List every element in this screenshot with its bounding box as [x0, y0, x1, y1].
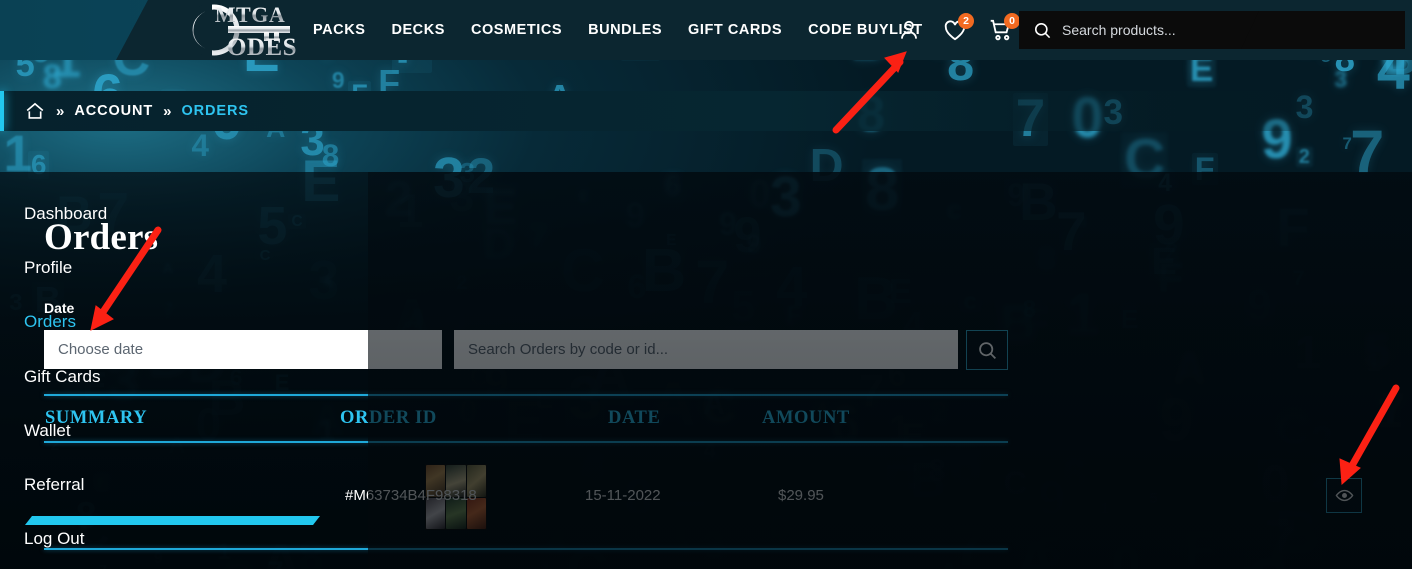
sidebar-item-dashboard[interactable]: Dashboard: [24, 204, 107, 224]
wishlist-button[interactable]: 2: [939, 13, 974, 46]
site-header: MTGA ODES PACKS DECKS COSMETICS BUNDLES …: [0, 0, 1412, 60]
header-icon-group: 2 0: [893, 0, 1020, 60]
cart-button[interactable]: 0: [985, 13, 1020, 46]
nav-item-decks[interactable]: DECKS: [391, 22, 445, 38]
nav-item-gift-cards[interactable]: GIFT CARDS: [688, 22, 782, 38]
nav-item-bundles[interactable]: BUNDLES: [588, 22, 662, 38]
header-search-content: Search products...: [1019, 11, 1176, 49]
search-icon: [1034, 22, 1051, 38]
orders-panel-overlay: [368, 172, 1412, 569]
header-search[interactable]: Search products...: [1019, 11, 1405, 49]
sidebar-item-wallet[interactable]: Wallet: [24, 421, 71, 441]
account-sidebar: Dashboard Profile Orders Gift Cards Wall…: [0, 172, 368, 569]
svg-text:ODES: ODES: [227, 34, 297, 59]
sidebar-item-log-out[interactable]: Log Out: [24, 529, 85, 549]
header-search-input[interactable]: Search products...: [1062, 22, 1176, 38]
nav-item-cosmetics[interactable]: COSMETICS: [471, 22, 562, 38]
breadcrumb-item-orders[interactable]: ORDERS: [181, 103, 248, 119]
sidebar-active-indicator: [25, 516, 320, 525]
wishlist-badge: 2: [958, 13, 974, 29]
breadcrumb-item-account[interactable]: ACCOUNT: [74, 103, 153, 119]
main-nav: PACKS DECKS COSMETICS BUNDLES GIFT CARDS…: [313, 0, 923, 60]
sidebar-item-profile[interactable]: Profile: [24, 258, 72, 278]
home-icon[interactable]: [24, 100, 46, 122]
breadcrumb-accent: [0, 91, 4, 131]
site-logo[interactable]: MTGA ODES: [178, 2, 318, 59]
breadcrumb-separator-2: »: [163, 102, 172, 120]
account-button[interactable]: [893, 14, 925, 46]
sidebar-item-referral[interactable]: Referral: [24, 475, 84, 495]
breadcrumb: » ACCOUNT » ORDERS: [24, 91, 249, 131]
nav-item-packs[interactable]: PACKS: [313, 22, 365, 38]
breadcrumb-bar: » ACCOUNT » ORDERS: [0, 91, 1412, 131]
sidebar-item-gift-cards[interactable]: Gift Cards: [24, 367, 101, 387]
orders-panel: [368, 172, 1412, 569]
page-root: 682BE311AFC5F04691644CA9E56C471E4C3F4274…: [0, 0, 1412, 569]
breadcrumb-separator-1: »: [56, 102, 65, 120]
sidebar-item-orders[interactable]: Orders: [24, 312, 76, 332]
cart-badge: 0: [1004, 13, 1020, 29]
svg-text:MTGA: MTGA: [215, 2, 285, 27]
user-icon: [901, 20, 917, 39]
